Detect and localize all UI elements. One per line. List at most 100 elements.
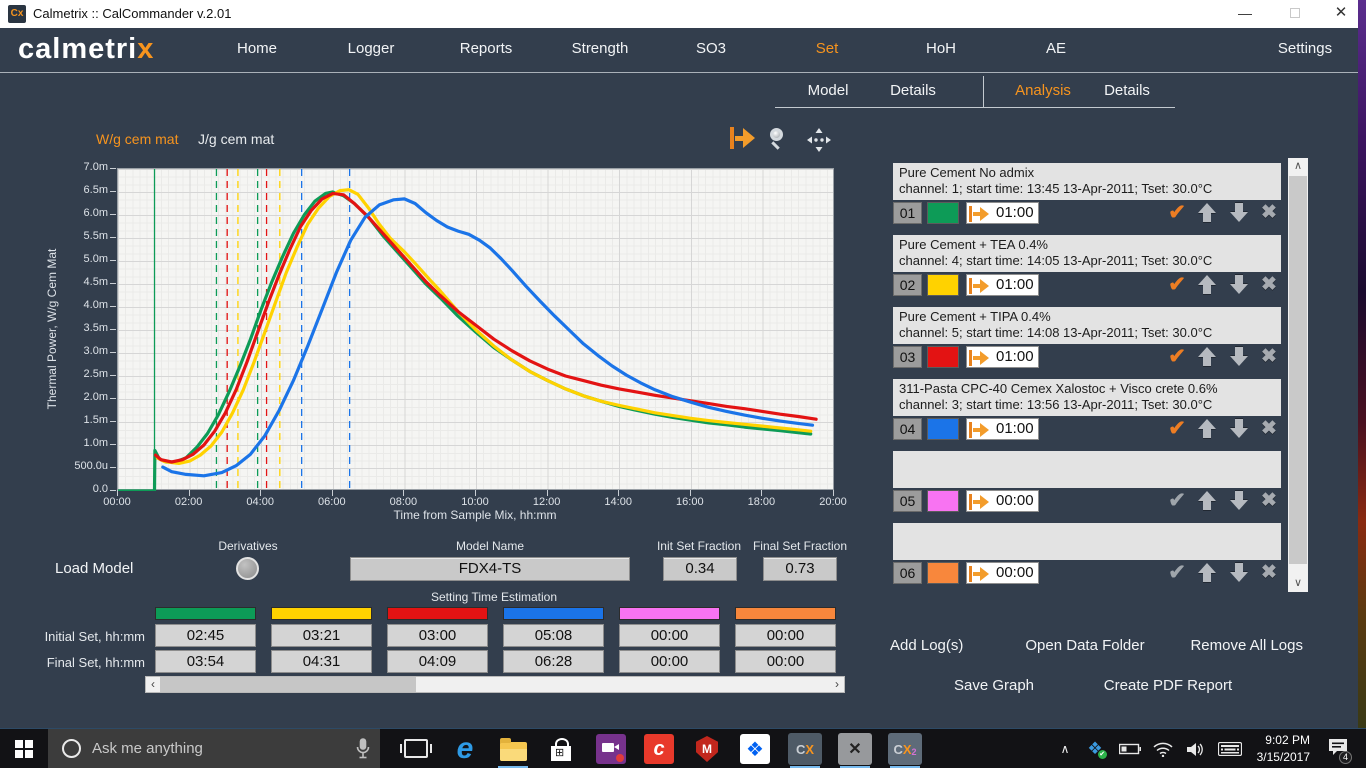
tray-expand-icon[interactable]: ∧ [1053,729,1077,768]
initial-set-value-6[interactable]: 00:00 [735,624,836,647]
nav-item-home[interactable]: Home [237,40,277,57]
final-set-value-6[interactable]: 00:00 [735,650,836,673]
scroll-right-icon[interactable]: › [830,677,844,692]
nav-item-logger[interactable]: Logger [348,40,395,57]
close-button[interactable]: ✕ [1324,0,1358,28]
scroll-up-icon[interactable]: ∧ [1288,158,1308,175]
subnav-item-analysis-2[interactable]: Analysis [1015,82,1071,99]
volume-icon[interactable] [1181,729,1211,768]
log-ignore-time-field[interactable]: 00:00 [966,562,1039,584]
calcommander-cx-icon[interactable]: CX [786,731,824,767]
log-include-check-icon[interactable]: ✔ [1163,200,1191,225]
mcafee-icon[interactable]: M [688,731,726,767]
start-button[interactable] [0,729,48,768]
calcommander-cx2-icon[interactable]: CX2 [886,731,924,767]
vertical-scrollbar[interactable]: ∧ ∨ [1288,158,1308,592]
zoom-icon[interactable] [768,128,792,157]
scroll-left-icon[interactable]: ‹ [146,677,160,692]
subnav-item-model-0[interactable]: Model [808,82,849,99]
log-move-up-icon[interactable] [1198,491,1216,510]
log-move-down-icon[interactable] [1230,347,1248,366]
add-logs-button[interactable]: Add Log(s) [890,637,963,654]
log-color-swatch[interactable] [927,418,959,440]
log-remove-icon[interactable]: ✖ [1256,273,1282,296]
final-set-value-3[interactable]: 04:09 [387,650,488,673]
log-ignore-time-field[interactable]: 01:00 [966,202,1039,224]
notifications-icon[interactable]: 4 [1322,729,1354,768]
derivatives-toggle[interactable] [236,557,259,580]
horizontal-scrollbar[interactable]: ‹ › [145,676,845,693]
nav-item-strength[interactable]: Strength [572,40,629,57]
create-pdf-report-button[interactable]: Create PDF Report [1104,677,1232,694]
cortana-search-box[interactable]: Ask me anything [48,729,380,768]
chart-plot-area[interactable] [117,168,834,490]
horizontal-scroll-thumb[interactable] [160,677,416,692]
log-move-down-icon[interactable] [1230,491,1248,510]
initial-set-value-1[interactable]: 02:45 [155,624,256,647]
remove-all-logs-button[interactable]: Remove All Logs [1190,637,1303,654]
dropbox-tray-icon[interactable]: ❖✔ [1082,729,1108,768]
final-set-value-2[interactable]: 04:31 [271,650,372,673]
final-set-fraction-field[interactable]: 0.73 [763,557,837,581]
scroll-down-icon[interactable]: ∨ [1288,575,1308,592]
log-ignore-time-field[interactable]: 01:00 [966,346,1039,368]
nav-item-settings[interactable]: Settings [1278,40,1332,57]
log-color-swatch[interactable] [927,346,959,368]
log-move-up-icon[interactable] [1198,347,1216,366]
log-move-down-icon[interactable] [1230,419,1248,438]
log-include-check-icon[interactable]: ✔ [1163,344,1191,369]
subnav-item-details-3[interactable]: Details [1104,82,1150,99]
nav-item-reports[interactable]: Reports [460,40,513,57]
nav-item-hoh[interactable]: HoH [926,40,956,57]
initial-set-value-4[interactable]: 05:08 [503,624,604,647]
pan-icon[interactable] [806,127,832,158]
convertx-app-icon[interactable]: c [640,731,678,767]
log-include-check-icon[interactable]: ✔ [1163,560,1191,585]
log-remove-icon[interactable]: ✖ [1256,561,1282,584]
tray-clock[interactable]: 9:02 PM 3/15/2017 [1246,732,1310,766]
log-ignore-time-field[interactable]: 00:00 [966,490,1039,512]
task-view-button[interactable] [404,739,428,758]
initial-set-value-3[interactable]: 03:00 [387,624,488,647]
log-remove-icon[interactable]: ✖ [1256,345,1282,368]
unit-tab-jg[interactable]: J/g cem mat [198,131,274,147]
unit-tab-wg[interactable]: W/g cem mat [96,131,178,147]
microphone-icon[interactable] [356,738,370,765]
wifi-icon[interactable] [1148,729,1178,768]
save-graph-button[interactable]: Save Graph [954,677,1034,694]
model-name-field[interactable]: FDX4-TS [350,557,630,581]
initial-set-value-2[interactable]: 03:21 [271,624,372,647]
keyboard-icon[interactable] [1214,729,1246,768]
subnav-item-details-1[interactable]: Details [890,82,936,99]
calmetrix-x-app-icon[interactable]: ✕ [836,731,874,767]
log-move-down-icon[interactable] [1230,203,1248,222]
log-move-up-icon[interactable] [1198,275,1216,294]
log-include-check-icon[interactable]: ✔ [1163,488,1191,513]
windows-store-icon[interactable] [542,731,580,767]
nav-item-ae[interactable]: AE [1046,40,1066,57]
log-move-down-icon[interactable] [1230,275,1248,294]
log-include-check-icon[interactable]: ✔ [1163,416,1191,441]
nav-item-set[interactable]: Set [816,40,839,57]
final-set-value-5[interactable]: 00:00 [619,650,720,673]
log-color-swatch[interactable] [927,562,959,584]
initial-set-value-5[interactable]: 00:00 [619,624,720,647]
log-ignore-time-field[interactable]: 01:00 [966,418,1039,440]
maximize-button[interactable] [1278,0,1312,28]
file-explorer-icon[interactable] [494,731,532,767]
init-set-fraction-field[interactable]: 0.34 [663,557,737,581]
log-color-swatch[interactable] [927,202,959,224]
log-remove-icon[interactable]: ✖ [1256,489,1282,512]
edge-icon[interactable]: e [446,731,484,767]
nav-item-so3[interactable]: SO3 [696,40,726,57]
jump-to-end-icon[interactable] [730,127,756,154]
log-move-up-icon[interactable] [1198,419,1216,438]
log-move-up-icon[interactable] [1198,563,1216,582]
log-remove-icon[interactable]: ✖ [1256,417,1282,440]
open-data-folder-button[interactable]: Open Data Folder [1025,637,1144,654]
load-model-button[interactable]: Load Model [55,560,133,577]
dropbox-icon[interactable]: ❖ [736,731,774,767]
final-set-value-1[interactable]: 03:54 [155,650,256,673]
log-ignore-time-field[interactable]: 01:00 [966,274,1039,296]
log-color-swatch[interactable] [927,490,959,512]
